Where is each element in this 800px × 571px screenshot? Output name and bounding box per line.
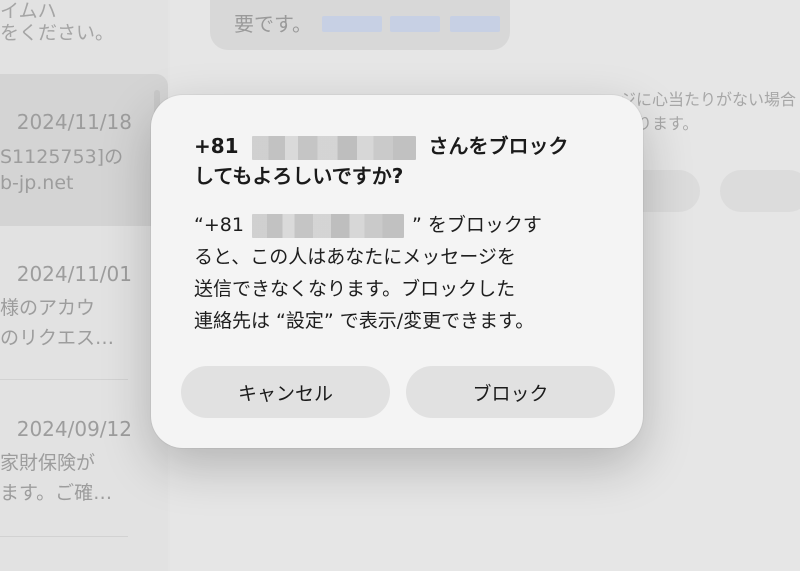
conversation-preview-line: のリクエス… [0, 327, 115, 349]
conversation-row[interactable]: 2024/09/12 家財保険が ます。ご確… [0, 381, 168, 536]
redacted-link [450, 16, 500, 32]
chat-action-pill[interactable] [720, 170, 800, 212]
redacted-phone-number [251, 135, 416, 160]
message-text: 要です。 [234, 12, 312, 36]
message-line2: ると、この人はあなたにメッセージを [194, 246, 516, 268]
message-bubble: 要です。 [210, 0, 510, 50]
message-line4: 連絡先は “設定” で表示/変更できます。 [194, 310, 535, 332]
dialog-title: +81 さんをブロック してもよろしいですか? [194, 131, 614, 191]
title-phone-prefix: +81 [194, 134, 239, 158]
message-suffix: ” をブロックす [412, 214, 542, 236]
conversation-preview-line: b-jp.net [0, 172, 74, 194]
sidebar-top-line: をください。 [0, 22, 115, 44]
message-line3: 送信できなくなります。ブロックした [194, 278, 516, 300]
conversation-sidebar: イムハ をください。 2024/11/18 S1125753]の b-jp.ne… [0, 0, 168, 571]
conversation-divider [0, 536, 128, 537]
messages-window: イムハ をください。 2024/11/18 S1125753]の b-jp.ne… [0, 0, 800, 571]
conversation-date: 2024/09/12 [16, 417, 132, 441]
redacted-phone-number [252, 213, 404, 238]
conversation-preview-line: 家財保険が [0, 452, 96, 474]
block-confirmation-dialog: +81 さんをブロック してもよろしいですか? “+81 ” をブロックす ると… [151, 95, 643, 448]
title-line2: してもよろしいですか? [194, 164, 404, 188]
redacted-link [390, 16, 440, 32]
message-phone-prefix: “+81 [194, 214, 244, 236]
title-suffix: さんをブロック [428, 134, 569, 158]
redacted-link [322, 16, 382, 32]
conversation-preview-line: ます。ご確… [0, 482, 113, 504]
conversation-preview-line: S1125753]の [0, 146, 124, 168]
conversation-date: 2024/11/01 [16, 262, 132, 286]
block-button[interactable]: ブロック [406, 366, 615, 418]
conversation-row[interactable]: 2024/11/01 様のアカウ のリクエス… [0, 226, 168, 381]
unknown-sender-notice: ジに心当たりがない場合 あります。 [620, 90, 797, 133]
conversation-row[interactable]: 2024/11/18 S1125753]の b-jp.net [0, 74, 168, 226]
conversation-preview-line: 様のアカウ [0, 297, 96, 319]
cancel-button[interactable]: キャンセル [181, 366, 390, 418]
conversation-date: 2024/11/18 [16, 110, 132, 134]
conversation-divider [0, 379, 128, 380]
dialog-message: “+81 ” をブロックす ると、この人はあなたにメッセージを 送信できなくなり… [194, 209, 614, 337]
